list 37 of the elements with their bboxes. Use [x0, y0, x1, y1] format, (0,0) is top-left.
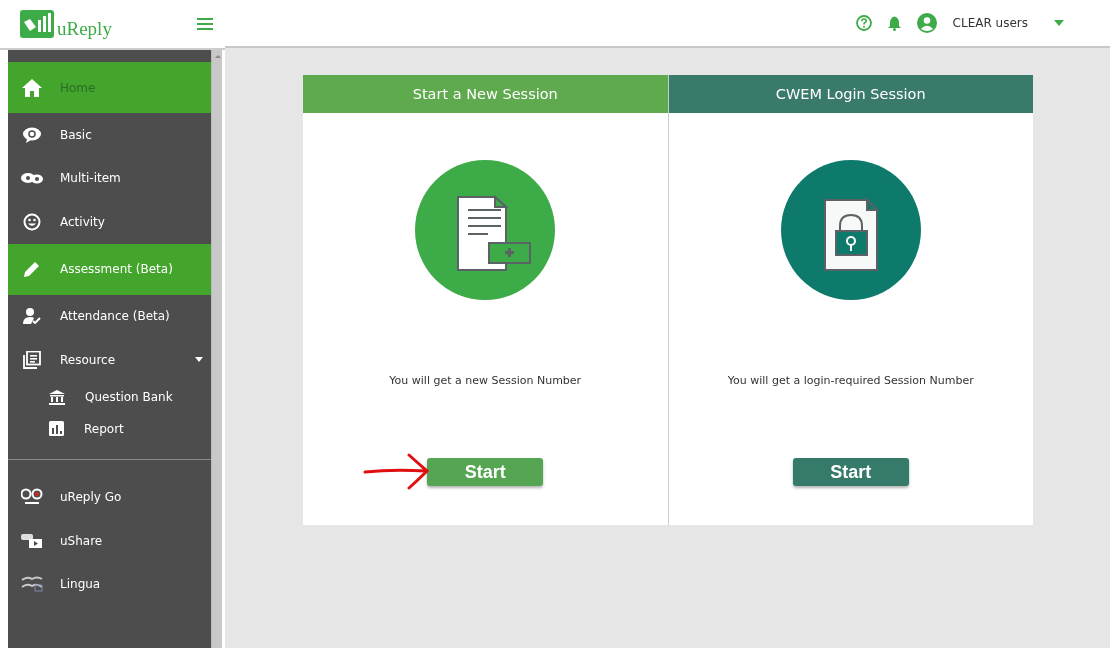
menu-icon[interactable] [197, 18, 213, 30]
card-header: CWEM Login Session [668, 75, 1033, 113]
lingua-logo-icon [21, 576, 43, 593]
speech-bubbles-icon [21, 172, 43, 185]
bar-chart-icon [49, 421, 64, 437]
locked-document-icon [780, 160, 921, 300]
card-description: You will get a new Session Number [389, 374, 582, 387]
bell-icon[interactable] [887, 15, 901, 31]
card-description: You will get a login-required Session Number [727, 374, 974, 387]
sidebar-subitem[interactable]: Question Bank [8, 381, 211, 413]
smiley-icon [21, 212, 43, 231]
bank-icon [49, 389, 65, 405]
sidebar-item[interactable]: Resource [8, 338, 211, 382]
account-icon[interactable] [916, 13, 937, 33]
go-logo-icon [21, 488, 43, 507]
card-header: Start a New Session [303, 75, 668, 113]
help-icon[interactable] [855, 15, 872, 31]
person-check-icon [21, 308, 43, 325]
sidebar-item[interactable]: Attendance (Beta) [8, 294, 211, 338]
sidebar-subitem[interactable]: Report [8, 413, 211, 445]
caret-icon[interactable] [1054, 20, 1064, 26]
logo-text: uReply [57, 19, 112, 38]
document-list-icon [21, 350, 43, 369]
sidebar-item[interactable]: Multi-item [8, 156, 211, 200]
speech-bubble-icon [21, 126, 43, 143]
home-icon [21, 78, 43, 97]
screens-icon [21, 532, 43, 549]
user-name[interactable]: CLEAR users [952, 16, 1028, 30]
new-document-icon [415, 160, 556, 300]
start-button[interactable]: Start [792, 458, 909, 486]
sidebar-item[interactable]: uReply Go [8, 475, 211, 519]
sidebar-item[interactable]: uShare [8, 519, 211, 563]
scrollbar[interactable] [211, 50, 222, 648]
sidebar-item[interactable]: Lingua [8, 562, 211, 606]
logo-icon [20, 10, 54, 38]
sidebar-item[interactable]: Activity [8, 200, 211, 244]
sidebar-item[interactable]: Basic [8, 113, 211, 157]
